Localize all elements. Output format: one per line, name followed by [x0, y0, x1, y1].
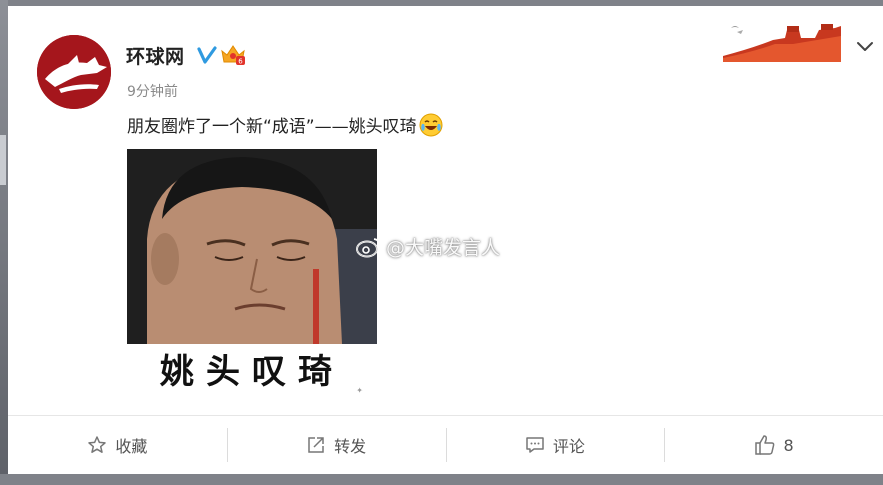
- meme-photo: [127, 149, 377, 344]
- verified-v-icon: [197, 46, 217, 64]
- thumbs-up-icon: [754, 435, 774, 455]
- page-edge-left: [0, 0, 8, 485]
- logo-dragon-icon: [37, 35, 111, 109]
- image-watermark-small: ✦: [356, 386, 363, 395]
- share-icon: [308, 437, 324, 453]
- weibo-logo-icon: [356, 237, 381, 257]
- author-name[interactable]: 环球网: [126, 42, 185, 69]
- star-icon: [88, 436, 107, 453]
- great-wall-banner-icon: [723, 18, 841, 62]
- repost-label: 转发: [334, 437, 367, 456]
- post-image[interactable]: 姚头叹琦 ✦: [127, 149, 377, 399]
- crying-laughing-emoji-icon: [419, 113, 443, 136]
- comment-icon: [526, 437, 544, 453]
- scroll-hint: [0, 135, 6, 185]
- chevron-down-icon[interactable]: [855, 36, 875, 56]
- post-text: 朋友圈炸了一个新“成语”——姚头叹琦: [127, 117, 417, 137]
- post-body: 朋友圈炸了一个新“成语”——姚头叹琦: [127, 112, 443, 137]
- action-bar: 收藏 转发 评论 8: [8, 416, 883, 474]
- like-count: 8: [783, 435, 794, 455]
- vip-crown-icon[interactable]: 6: [220, 43, 246, 67]
- watermark-text: @大嘴发言人: [386, 237, 501, 259]
- page-bottom-strip: [0, 474, 883, 485]
- image-watermark: @大嘴发言人: [356, 233, 500, 260]
- comment-label: 评论: [552, 437, 585, 456]
- favorite-button[interactable]: 收藏: [8, 416, 227, 474]
- favorite-label: 收藏: [115, 437, 148, 456]
- like-button[interactable]: 8: [664, 416, 883, 474]
- avatar[interactable]: [37, 35, 111, 109]
- repost-button[interactable]: 转发: [226, 416, 446, 474]
- post-time[interactable]: 9分钟前: [127, 81, 178, 101]
- image-caption: 姚头叹琦: [160, 352, 344, 392]
- svg-text:6: 6: [238, 58, 243, 66]
- weibo-post-card: 环球网 6 9分钟前 朋友圈炸了一个新“成语”——姚头叹琦 姚头叹琦 ✦ @大嘴…: [8, 6, 883, 474]
- comment-button[interactable]: 评论: [445, 416, 665, 474]
